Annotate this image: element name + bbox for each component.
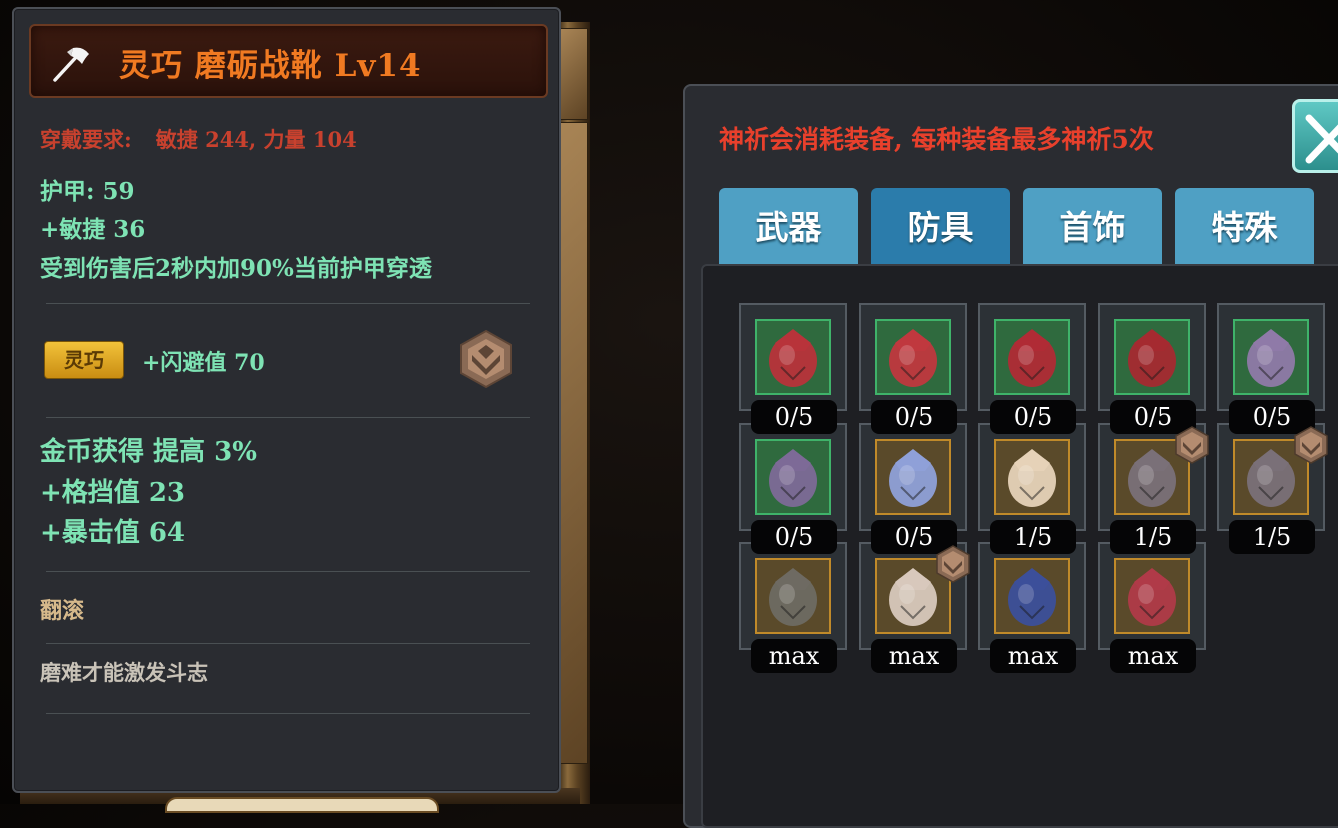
equipment-slot[interactable]: max: [859, 542, 970, 673]
equipment-slot[interactable]: 0/5: [978, 303, 1086, 434]
pray-count: 0/5: [871, 400, 957, 434]
red-chest-icon: [875, 319, 951, 395]
gold-chest-icon: [994, 439, 1070, 515]
rank-shield-icon: [460, 329, 512, 389]
equipment-slot[interactable]: 1/5: [978, 423, 1086, 554]
pray-count: max: [751, 639, 837, 673]
wood-frame-cap: [560, 28, 588, 120]
rank-shield-icon: [936, 545, 970, 583]
pray-count: 0/5: [751, 520, 837, 554]
divider: [46, 571, 530, 572]
pray-count: 1/5: [1229, 520, 1315, 554]
axe-icon: [53, 47, 89, 82]
tab-special[interactable]: 特殊: [1175, 188, 1314, 266]
pray-count: 0/5: [751, 400, 837, 434]
base-stat-effect: 受到伤害后2秒内加90%当前护甲穿透: [40, 255, 432, 282]
equipment-slot[interactable]: 0/5: [859, 423, 967, 554]
close-button[interactable]: [1292, 99, 1338, 173]
blue-gauntlet-icon: [875, 439, 951, 515]
pray-count: max: [1110, 639, 1196, 673]
close-icon: [1305, 114, 1338, 164]
bottom-tab-edge: [165, 797, 439, 813]
tab-jewelry[interactable]: 首饰: [1023, 188, 1162, 266]
equipment-slot[interactable]: 0/5: [739, 423, 847, 554]
requirement-value: 敏捷 244, 力量 104: [155, 127, 357, 152]
purple-helmet-icon: [1233, 319, 1309, 395]
base-stat-armor: 护甲: 59: [40, 178, 135, 205]
blue-boots-icon: [994, 558, 1070, 634]
red-helmet-icon: [755, 319, 831, 395]
affix-stat: +闪避值 70: [142, 350, 265, 376]
grey-chest-icon: [755, 558, 831, 634]
flavor-text: 磨难才能激发斗志: [40, 660, 208, 685]
base-stat-agility: +敏捷 36: [40, 216, 146, 243]
divider: [46, 643, 530, 644]
wood-frame-rail: [556, 22, 590, 804]
pray-count: 0/5: [990, 400, 1076, 434]
affix-badge: 灵巧: [44, 341, 124, 379]
rank-shield-icon: [1175, 426, 1209, 464]
red-boots-icon: [1114, 319, 1190, 395]
equipment-slot[interactable]: max: [1098, 542, 1206, 673]
equipment-slot[interactable]: 1/5: [1217, 423, 1328, 554]
equipment-slot[interactable]: 0/5: [859, 303, 967, 434]
pray-count: max: [871, 639, 957, 673]
pray-notice: 神祈会消耗装备, 每种装备最多神祈5次: [719, 125, 1154, 154]
item-title: 灵巧 磨砺战靴 Lv14: [119, 48, 422, 84]
skill-name: 翻滚: [40, 598, 85, 624]
item-title-bar: 灵巧 磨砺战靴 Lv14: [29, 24, 548, 98]
item-detail-panel: 灵巧 磨砺战靴 Lv14 穿戴要求: 敏捷 244, 力量 104 护甲: 59 …: [12, 7, 561, 793]
purple-gauntlet-icon: [755, 439, 831, 515]
divider: [46, 417, 530, 418]
pray-count: 1/5: [990, 520, 1076, 554]
equipment-slot[interactable]: 1/5: [1098, 423, 1209, 554]
pray-count: 1/5: [1110, 520, 1196, 554]
equipment-slot[interactable]: max: [978, 542, 1086, 673]
rank-shield-icon: [1294, 426, 1328, 464]
wood-frame-pillar: [560, 122, 588, 764]
equipment-slot[interactable]: 0/5: [1217, 303, 1325, 434]
requirement-line: 穿戴要求: 敏捷 244, 力量 104: [40, 124, 357, 154]
pray-count: max: [990, 639, 1076, 673]
bonus-stat-block: +格挡值 23: [40, 478, 186, 508]
crimson-legs-icon: [1114, 558, 1190, 634]
requirement-label: 穿戴要求:: [40, 127, 132, 152]
equipment-slot[interactable]: max: [739, 542, 847, 673]
divider: [46, 713, 530, 714]
red-gauntlet-icon: [994, 319, 1070, 395]
bonus-stat-crit: +暴击值 64: [40, 518, 186, 548]
bonus-stat-gold: 金币获得 提高 3%: [40, 437, 257, 467]
tab-weapon[interactable]: 武器: [719, 188, 858, 266]
divider: [46, 303, 530, 304]
tab-armor[interactable]: 防具: [871, 188, 1010, 266]
equipment-slot[interactable]: 0/5: [739, 303, 847, 434]
equipment-slot[interactable]: 0/5: [1098, 303, 1206, 434]
